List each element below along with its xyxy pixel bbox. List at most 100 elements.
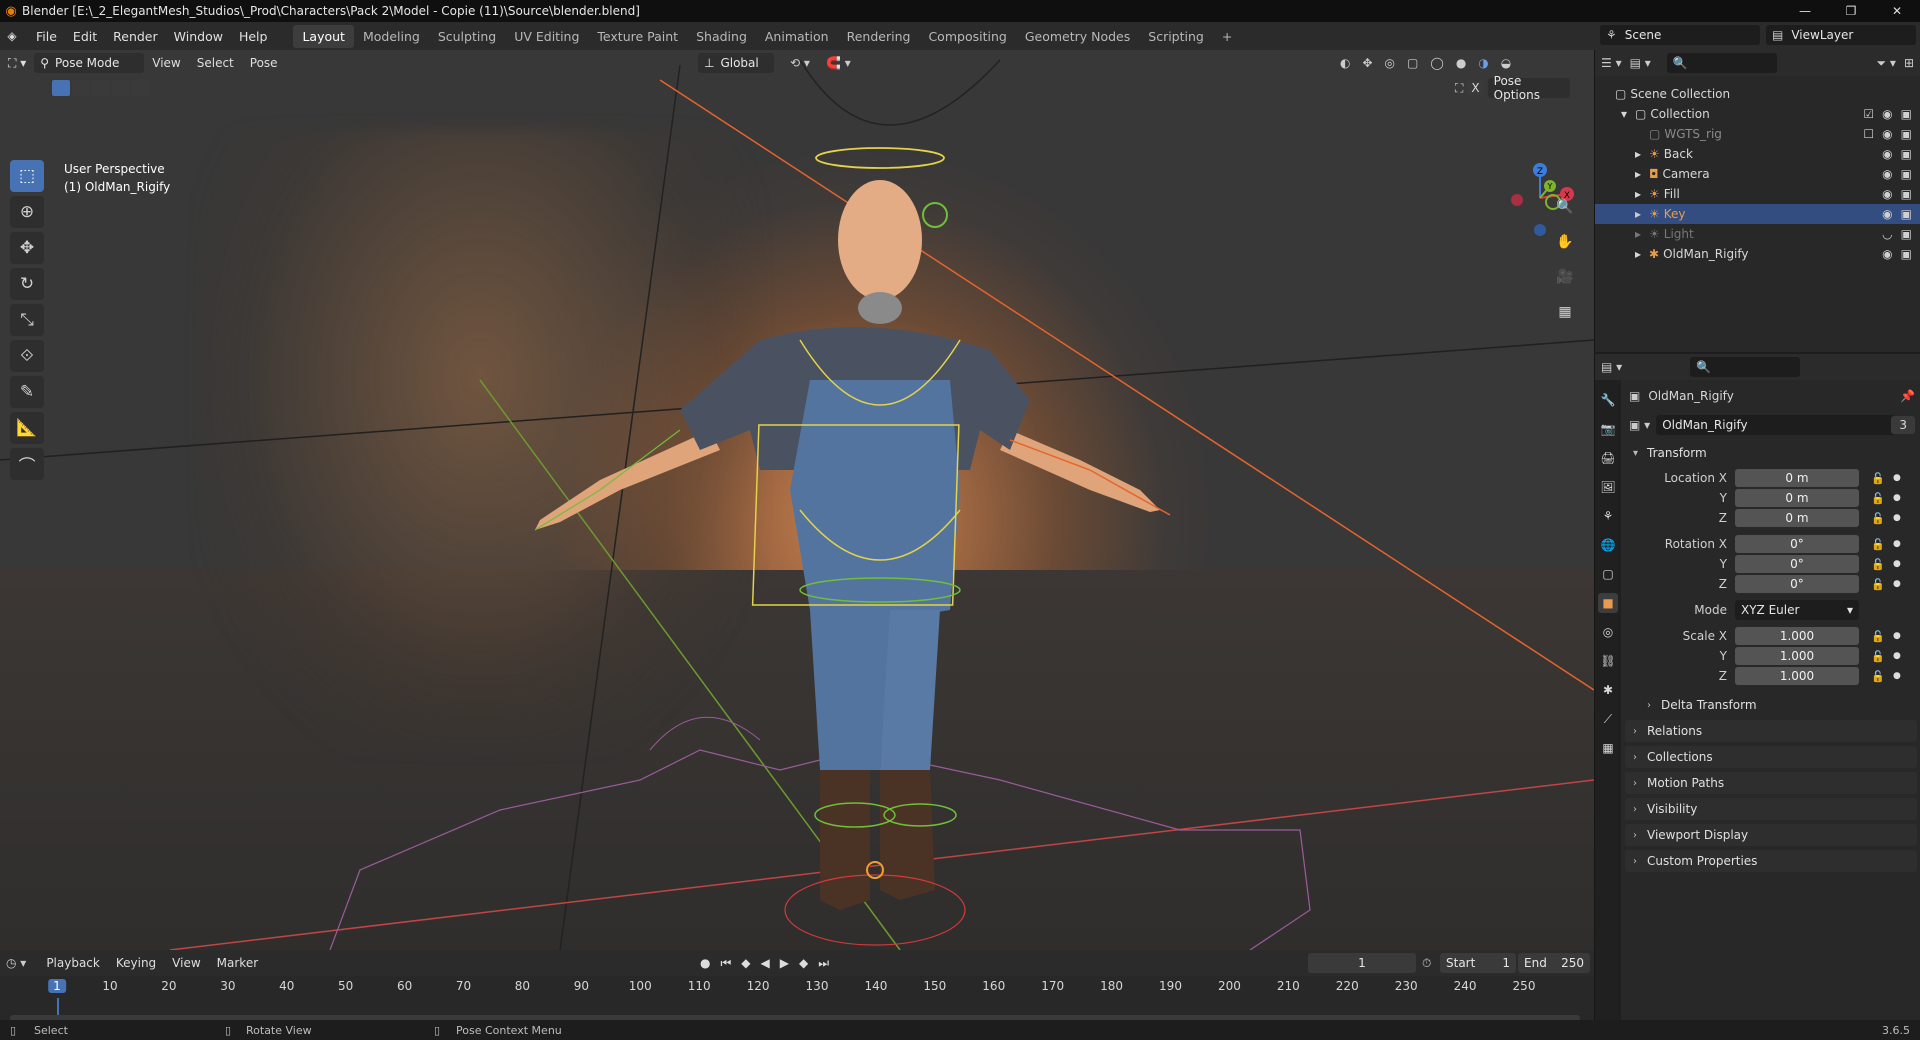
properties-search-input[interactable]: 🔍	[1690, 357, 1801, 377]
camera-view-icon[interactable]: 🎥	[1553, 265, 1577, 289]
select-intersect-icon[interactable]	[132, 80, 150, 96]
eye-icon[interactable]: ◉	[1882, 107, 1892, 121]
select-invert-icon[interactable]	[112, 80, 130, 96]
outliner-row-collection[interactable]: ▾ ▢ Collection ☑ ◉ ▣	[1595, 104, 1920, 124]
panel-custom-properties[interactable]: › Custom Properties	[1625, 850, 1917, 872]
expand-arrow-icon[interactable]: ▸	[1635, 247, 1649, 261]
solid-shading-icon[interactable]: ●	[1456, 56, 1466, 70]
users-count[interactable]: 3	[1891, 416, 1915, 434]
menu-edit[interactable]: Edit	[65, 29, 105, 44]
rotation-x-field[interactable]: 0°	[1735, 535, 1859, 553]
outliner-row-wgts-rig[interactable]: ▢ WGTS_rig ☐ ◉ ▣	[1595, 124, 1920, 144]
record-icon[interactable]: ●	[700, 956, 710, 971]
x-mirror-toggle[interactable]: X	[1467, 81, 1484, 95]
select-new-icon[interactable]	[52, 80, 70, 96]
lock-icon[interactable]: 🔓	[1871, 492, 1885, 505]
tab-sculpting[interactable]: Sculpting	[429, 25, 505, 48]
snap-icon[interactable]: 🧲 ▾	[826, 56, 851, 70]
rotate-icon[interactable]: ↻	[10, 268, 44, 300]
expand-arrow-icon[interactable]: ▸	[1635, 227, 1649, 241]
object-name-field[interactable]: OldMan_Rigify	[1656, 415, 1897, 435]
ortho-grid-icon[interactable]: ▦	[1553, 300, 1577, 324]
menu-playback[interactable]: Playback	[38, 956, 108, 970]
scene-tab-icon[interactable]: ⚘	[1598, 506, 1618, 526]
scale-icon[interactable]: ⤡	[10, 304, 44, 336]
lock-icon[interactable]: 🔓	[1871, 670, 1885, 683]
gizmo-toggle-icon[interactable]: ✥	[1362, 56, 1372, 70]
menu-marker[interactable]: Marker	[209, 956, 266, 970]
rendered-shading-icon[interactable]: ◒	[1501, 56, 1511, 70]
tab-compositing[interactable]: Compositing	[919, 25, 1015, 48]
tab-modeling[interactable]: Modeling	[354, 25, 429, 48]
panel-motion-paths[interactable]: › Motion Paths	[1625, 772, 1917, 794]
outliner-row-camera[interactable]: ▸ ◘ Camera ◉ ▣	[1595, 164, 1920, 184]
tool-tab-icon[interactable]: 🔧	[1598, 390, 1618, 410]
eye-icon[interactable]: ◉	[1882, 207, 1892, 221]
eye-icon[interactable]: ◉	[1882, 127, 1892, 141]
3d-viewport[interactable]: ⛶ ▾ ⚲ Pose Mode View Select Pose ⊥ Global …	[0, 50, 1594, 950]
expand-arrow-icon[interactable]: ▾	[1621, 107, 1635, 121]
expand-arrow-icon[interactable]: ▸	[1635, 207, 1649, 221]
zoom-icon[interactable]: 🔍	[1553, 195, 1577, 219]
keyframe-dot-icon[interactable]: ●	[1893, 631, 1901, 641]
menu-window[interactable]: Window	[166, 29, 231, 44]
select-extend-icon[interactable]	[72, 80, 90, 96]
camera-icon[interactable]: ▣	[1901, 187, 1912, 201]
timeline-editor-icon[interactable]: ◷ ▾	[6, 956, 26, 970]
tab-rendering[interactable]: Rendering	[838, 25, 920, 48]
jump-start-icon[interactable]: ⏮	[720, 956, 731, 971]
lock-icon[interactable]: 🔓	[1871, 630, 1885, 643]
material-shading-icon[interactable]: ◑	[1478, 56, 1488, 70]
keyframe-dot-icon[interactable]: ●	[1893, 559, 1901, 569]
lock-icon[interactable]: 🔓	[1871, 512, 1885, 525]
checkbox-icon[interactable]: ☐	[1863, 127, 1874, 141]
lock-icon[interactable]: 🔓	[1871, 538, 1885, 551]
camera-icon[interactable]: ▣	[1901, 107, 1912, 121]
keyframe-dot-icon[interactable]: ●	[1893, 493, 1901, 503]
tab-layout[interactable]: Layout	[293, 24, 354, 48]
rotation-z-field[interactable]: 0°	[1735, 575, 1859, 593]
scale-y-field[interactable]: 1.000	[1735, 647, 1859, 665]
properties-editor-icon[interactable]: ▤ ▾	[1601, 360, 1622, 374]
pin-icon[interactable]: 📌	[1900, 389, 1915, 403]
cursor-icon[interactable]: ⊕	[10, 196, 44, 228]
eye-icon[interactable]: ◉	[1882, 147, 1892, 161]
rotation-mode-dropdown[interactable]: XYZ Euler ▾	[1735, 600, 1859, 620]
maximize-button[interactable]: ❐	[1828, 0, 1874, 22]
prev-keyframe-icon[interactable]: ◆	[741, 956, 750, 971]
menu-help[interactable]: Help	[231, 29, 276, 44]
lock-icon[interactable]: 🔓	[1871, 472, 1885, 485]
character-oldman[interactable]	[534, 147, 1171, 946]
scale-x-field[interactable]: 1.000	[1735, 627, 1859, 645]
tab-animation[interactable]: Animation	[756, 25, 838, 48]
camera-icon[interactable]: ▣	[1901, 207, 1912, 221]
scene-selector[interactable]: ⚘ Scene	[1600, 25, 1760, 45]
bone-tab-icon[interactable]: ⟋	[1598, 709, 1618, 729]
location-x-field[interactable]: 0 m	[1735, 469, 1859, 487]
clock-icon[interactable]: ⏱	[1422, 956, 1431, 971]
outliner-row-oldman-rigify[interactable]: ▸ ✱ OldMan_Rigify ◉ ▣	[1595, 244, 1920, 264]
select-subtract-icon[interactable]	[92, 80, 110, 96]
mode-dropdown[interactable]: ⚲ Pose Mode	[34, 53, 145, 73]
close-window-button[interactable]: ✕	[1874, 0, 1920, 22]
camera-icon[interactable]: ▣	[1901, 247, 1912, 261]
keyframe-dot-icon[interactable]: ●	[1893, 579, 1901, 589]
keyframe-dot-icon[interactable]: ●	[1893, 539, 1901, 549]
eye-hidden-icon[interactable]: ◡	[1882, 227, 1892, 241]
outliner-row-scene-collection[interactable]: ▢ Scene Collection	[1595, 84, 1920, 104]
annotate-icon[interactable]: ✎	[10, 376, 44, 408]
panel-viewport-display[interactable]: › Viewport Display	[1625, 824, 1917, 846]
render-tab-icon[interactable]: 📷	[1598, 419, 1618, 439]
overlay-icon[interactable]: ◎	[1385, 56, 1395, 70]
current-frame-field[interactable]: 1	[1308, 953, 1416, 973]
tab-uv-editing[interactable]: UV Editing	[505, 25, 588, 48]
camera-icon[interactable]: ▣	[1901, 127, 1912, 141]
viewlayer-selector[interactable]: ▤ ViewLayer	[1766, 25, 1916, 45]
eye-icon[interactable]: ◉	[1882, 167, 1892, 181]
display-mode-icon[interactable]: ▤ ▾	[1630, 56, 1651, 70]
location-z-field[interactable]: 0 m	[1735, 509, 1859, 527]
outliner-search-input[interactable]: 🔍	[1666, 53, 1777, 73]
scale-z-field[interactable]: 1.000	[1735, 667, 1859, 685]
armature-data-tab-icon[interactable]: ✱	[1598, 680, 1618, 700]
menu-view[interactable]: View	[144, 56, 188, 70]
